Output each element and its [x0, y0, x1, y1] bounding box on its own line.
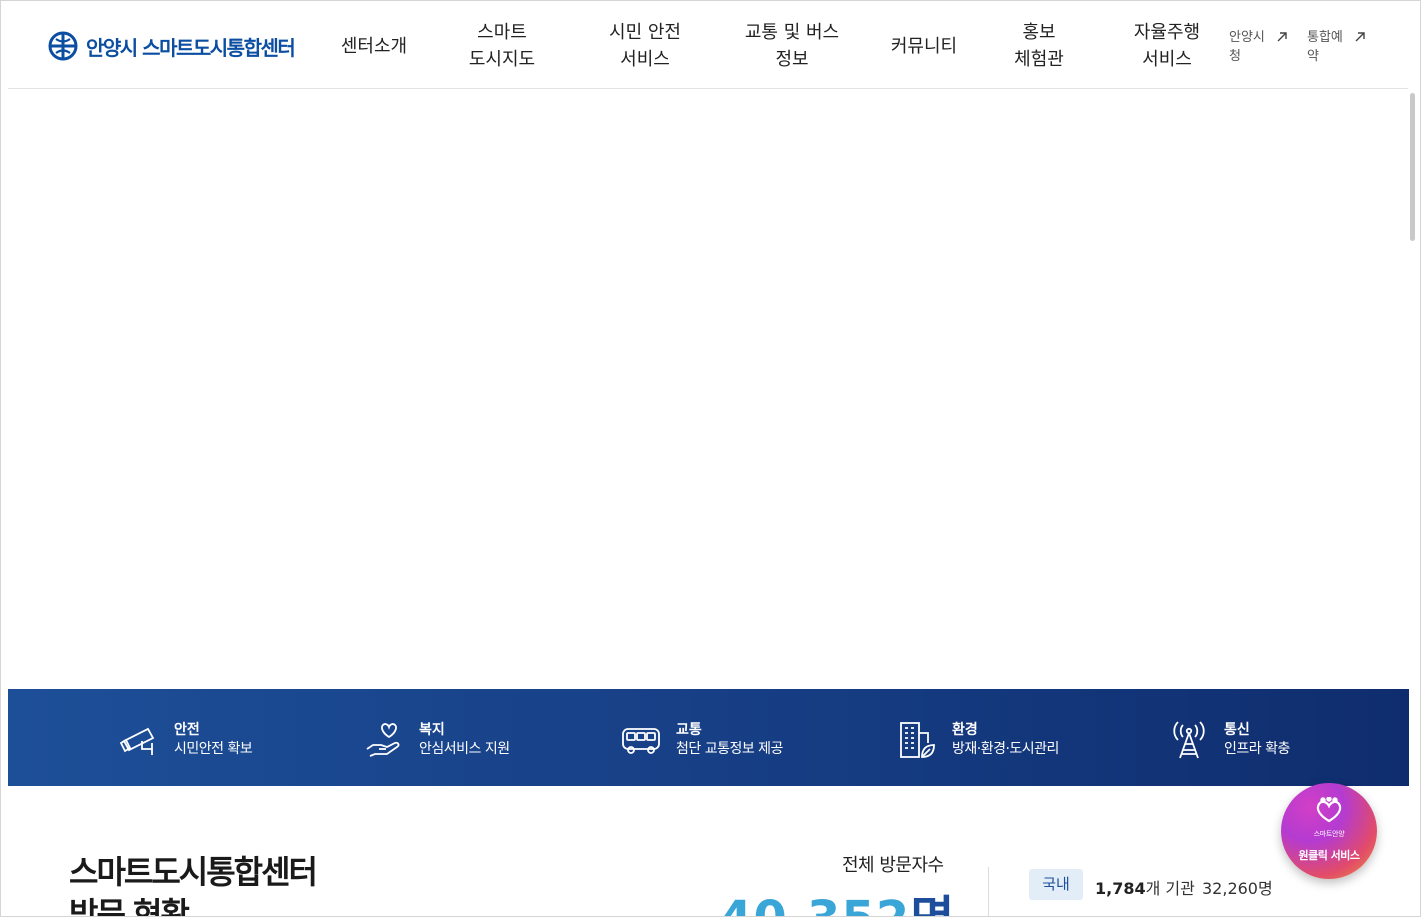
one-click-service-button[interactable]: 스마트안양 원클릭 서비스 [1281, 783, 1377, 879]
visits-section-title: 스마트도시통합센터 방문 현황 [69, 853, 318, 917]
total-visitors-count: 40,352명 [719, 879, 955, 916]
domestic-people-count: 32,260명 [1202, 879, 1273, 898]
bus-icon [622, 728, 660, 754]
band-title: 환경 [952, 722, 978, 738]
antenna-tower-icon [1173, 721, 1205, 759]
heart-hand-icon [366, 723, 400, 757]
band-title: 통신 [1224, 722, 1250, 738]
fab-label: 원클릭 서비스 [1298, 849, 1360, 862]
band-subtitle: 방재·환경·도시관리 [952, 741, 1059, 757]
stats-divider [988, 867, 989, 916]
arrow-up-right-icon [1277, 32, 1287, 42]
fab-brand-text: 스마트안양 [1313, 830, 1345, 838]
nav-community[interactable]: 커뮤니티 [884, 33, 964, 60]
nav-smart-city-map[interactable]: 스마트 도시지도 [460, 19, 544, 73]
logo-text: 안양시 스마트도시통합센터 [86, 35, 296, 60]
link-integrated-reservation[interactable]: 통합예 약 [1307, 28, 1353, 66]
link-anyang-city-hall[interactable]: 안양시 청 [1229, 28, 1275, 66]
band-title: 복지 [419, 722, 445, 738]
page-frame: 안양시 스마트도시통합센터 센터소개 스마트 도시지도 시민 안전 서비스 교통… [0, 0, 1421, 917]
band-item-environment[interactable]: 환경 방재·환경·도시관리 [896, 719, 1059, 761]
service-category-band: 안전 시민안전 확보 복지 안심서비스 지원 교통 첨단 교통정보 제공 환경 … [8, 689, 1409, 786]
band-item-welfare[interactable]: 복지 안심서비스 지원 [363, 719, 510, 761]
nav-traffic-bus[interactable]: 교통 및 버스 정보 [736, 19, 848, 73]
band-subtitle: 시민안전 확보 [174, 741, 253, 757]
cctv-camera-icon [119, 727, 155, 755]
nav-promotion-hall[interactable]: 홍보 체험관 [1001, 19, 1077, 73]
site-header: 안양시 스마트도시통합센터 센터소개 스마트 도시지도 시민 안전 서비스 교통… [8, 1, 1408, 89]
band-item-traffic[interactable]: 교통 첨단 교통정보 제공 [620, 719, 783, 761]
domestic-orgs-count: 1,784 [1095, 879, 1146, 898]
building-leaf-icon [900, 722, 935, 758]
band-item-safety[interactable]: 안전 시민안전 확보 [118, 719, 253, 761]
nav-autonomous-driving[interactable]: 자율주행 서비스 [1124, 19, 1210, 73]
hearts-logo-icon [1316, 797, 1342, 823]
domestic-orgs: 1,784개 기관 [1095, 875, 1195, 899]
city-emblem-icon [48, 31, 78, 61]
domestic-badge: 국내 [1029, 869, 1083, 900]
band-subtitle: 안심서비스 지원 [419, 741, 510, 757]
band-title: 안전 [174, 722, 200, 738]
band-subtitle: 첨단 교통정보 제공 [676, 741, 783, 757]
domestic-orgs-unit: 개 기관 [1145, 879, 1195, 898]
band-subtitle: 인프라 확충 [1224, 741, 1290, 757]
total-visitors-number: 40,352 [719, 891, 910, 916]
arrow-up-right-icon [1355, 32, 1365, 42]
band-title: 교통 [676, 722, 702, 738]
scrollbar-thumb[interactable] [1410, 93, 1415, 241]
nav-citizen-safety[interactable]: 시민 안전 서비스 [598, 19, 692, 73]
total-visitors-unit: 명 [910, 891, 955, 916]
band-item-communication[interactable]: 통신 인프라 확충 [1168, 719, 1290, 761]
total-visitors-label: 전체 방문자수 [842, 855, 944, 876]
site-logo[interactable]: 안양시 스마트도시통합센터 [48, 31, 296, 61]
nav-center-intro[interactable]: 센터소개 [339, 33, 409, 60]
